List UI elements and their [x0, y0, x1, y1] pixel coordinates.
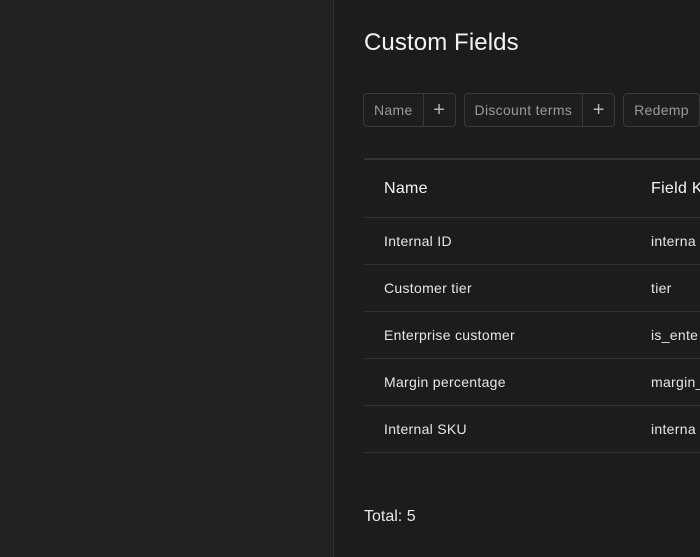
table-row[interactable]: Margin percentage margin_ — [364, 359, 700, 406]
cell-field-key: margin_ — [651, 374, 700, 390]
cell-name: Enterprise customer — [384, 327, 515, 343]
cell-field-key: tier — [651, 280, 672, 296]
filter-chip-label: Discount terms — [474, 102, 573, 118]
table-row[interactable]: Internal ID interna — [364, 218, 700, 265]
cell-name: Margin percentage — [384, 374, 506, 390]
page-title: Custom Fields — [364, 29, 519, 56]
filter-chip-label: Redemp — [634, 102, 689, 118]
app-window: Custom Fields Name + Discount terms + Re… — [0, 0, 700, 557]
plus-icon[interactable]: + — [422, 94, 455, 126]
table-row[interactable]: Customer tier tier — [364, 265, 700, 312]
main-content: Custom Fields Name + Discount terms + Re… — [334, 0, 700, 557]
filter-chip-redemption[interactable]: Redemp — [623, 93, 700, 127]
cell-name: Internal ID — [384, 233, 452, 249]
column-header-name[interactable]: Name — [384, 160, 428, 217]
filter-chip-discount-terms[interactable]: Discount terms + — [463, 93, 616, 127]
plus-icon[interactable]: + — [582, 94, 614, 126]
table-row[interactable]: Internal SKU interna — [364, 406, 700, 453]
cell-name: Customer tier — [384, 280, 472, 296]
total-count: Total: 5 — [364, 508, 416, 525]
custom-fields-table: Name Field K Internal ID interna Custome… — [364, 158, 700, 453]
table-row[interactable]: Enterprise customer is_ente — [364, 312, 700, 359]
cell-name: Internal SKU — [384, 421, 467, 437]
cell-field-key: interna — [651, 233, 696, 249]
table-header-row: Name Field K — [364, 160, 700, 218]
filter-chip-name[interactable]: Name + — [363, 93, 456, 127]
sidebar — [0, 0, 334, 557]
filter-bar: Name + Discount terms + Redemp — [363, 93, 700, 127]
filter-chip-label: Name — [374, 102, 413, 118]
cell-field-key: interna — [651, 421, 696, 437]
column-header-field-key[interactable]: Field K — [651, 160, 700, 217]
cell-field-key: is_ente — [651, 327, 699, 343]
